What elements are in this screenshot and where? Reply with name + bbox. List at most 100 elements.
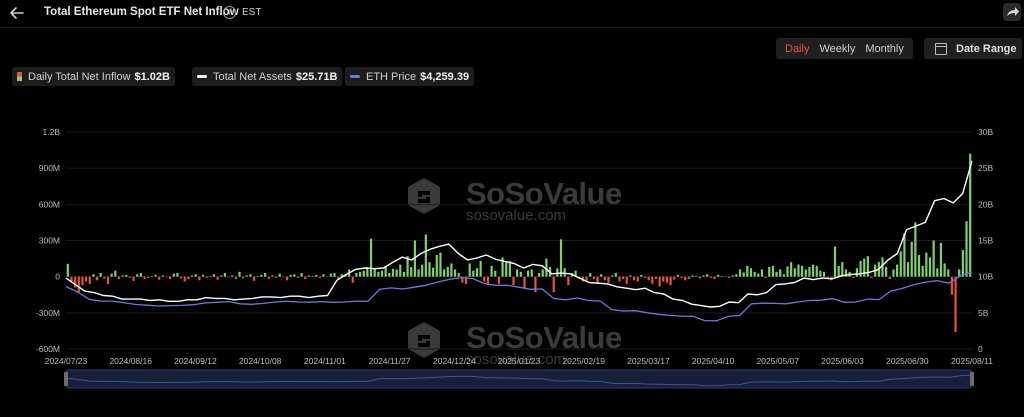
inflow-bar [212, 274, 216, 277]
x-tick-label: 2024/07/23 [45, 356, 88, 366]
inflow-bar [242, 276, 245, 279]
x-tick-label: 2025/06/03 [821, 356, 864, 366]
inflow-bar [267, 276, 270, 280]
inflow-bar [717, 274, 720, 277]
inflow-bar [706, 274, 709, 277]
inflow-bar [391, 268, 395, 277]
inflow-bar [388, 273, 391, 277]
x-tick-label: 2025/05/07 [757, 356, 800, 366]
inflow-bar [238, 271, 241, 277]
inflow-bar [278, 273, 281, 277]
x-tick-label: 2025/08/11 [951, 356, 993, 366]
inflow-bar [749, 268, 753, 277]
inflow-chart[interactable]: 1.2B 900M 600M 300M 0 -300M -600M 30B 25B 20B 15B 1… [0, 0, 1024, 417]
y-left-tick-label: 1.2B [43, 127, 61, 137]
inflow-bar [713, 276, 716, 280]
eth-price-line [65, 271, 973, 322]
inflow-bar [271, 275, 274, 277]
inflow-bar [369, 238, 373, 277]
inflow-bar [205, 276, 208, 278]
inflow-bar [234, 276, 237, 280]
inflow-bar [669, 276, 672, 286]
inflow-bar [782, 274, 785, 277]
inflow-bar [589, 273, 592, 277]
inflow-bar [450, 263, 453, 277]
inflow-bar [132, 276, 135, 281]
inflow-bar [819, 270, 822, 277]
inflow-bar [592, 276, 595, 280]
inflow-bar [870, 276, 873, 278]
inflow-bar [647, 276, 650, 281]
inflow-bar [293, 274, 296, 277]
inflow-bar [910, 241, 913, 277]
inflow-bar [143, 276, 146, 280]
inflow-bar [490, 265, 493, 277]
inflow-bar [194, 274, 197, 277]
inflow-bar [775, 271, 778, 277]
inflow-bar [921, 265, 924, 277]
inflow-bar [106, 276, 110, 284]
inflow-bar [282, 276, 285, 278]
inflow-bar [285, 276, 289, 281]
inflow-bar [808, 267, 811, 277]
inflow-bar [172, 273, 175, 277]
inflow-bar [245, 275, 248, 277]
inflow-bar [428, 262, 431, 277]
y-right-tick-label: 20B [978, 199, 993, 209]
inflow-bar [786, 266, 789, 277]
inflow-bar [274, 276, 278, 278]
inflow-bar [417, 269, 420, 277]
inflow-bar [611, 275, 614, 277]
inflow-bar [147, 276, 150, 278]
inflow-bar [691, 275, 694, 277]
inflow-bar [764, 276, 767, 278]
inflow-bar [296, 276, 300, 278]
inflow-bar [680, 276, 683, 278]
inflow-bar [939, 242, 943, 277]
inflow-bar [150, 276, 153, 277]
inflow-bar [797, 264, 800, 277]
inflow-bar [702, 275, 705, 277]
inflow-bar [932, 240, 935, 277]
inflow-bar [866, 256, 869, 277]
inflow-bar [906, 262, 910, 277]
inflow-bar [757, 273, 760, 277]
inflow-bar [790, 262, 793, 277]
inflow-bar [537, 273, 541, 277]
inflow-bar [227, 276, 230, 278]
inflow-bar [896, 264, 899, 277]
inflow-bar [614, 273, 617, 277]
inflow-bar [684, 276, 687, 281]
inflow-bar [523, 276, 526, 289]
inflow-bar [117, 276, 121, 280]
x-tick-label: 2024/08/16 [109, 356, 152, 366]
inflow-bar [746, 265, 749, 277]
inflow-bar [709, 276, 712, 278]
inflow-bar [687, 276, 690, 280]
inflow-bar [81, 276, 84, 286]
x-tick-label: 2024/12/24 [433, 356, 476, 366]
x-tick-label: 2024/09/12 [174, 356, 217, 366]
y-right-tick-label: 5B [978, 308, 989, 318]
inflow-bar [351, 276, 354, 283]
inflow-bar [453, 269, 457, 277]
inflow-bar [768, 267, 771, 277]
inflow-bar [304, 276, 307, 280]
inflow-bar [665, 276, 669, 283]
inflow-bar [128, 276, 132, 278]
inflow-bar [260, 274, 263, 277]
inflow-bar [410, 267, 413, 277]
inflow-bar [179, 276, 183, 279]
inflow-bar [640, 274, 643, 277]
x-tick-label: 2025/06/30 [886, 356, 929, 366]
inflow-bar [629, 275, 632, 277]
range-navigator [65, 369, 973, 389]
y-left-tick-label: 0 [55, 272, 60, 282]
inflow-bar [223, 273, 227, 277]
inflow-bar [556, 268, 559, 277]
inflow-bar [201, 274, 205, 277]
inflow-bar [855, 268, 859, 277]
y-right-tick-label: 10B [978, 272, 993, 282]
x-tick-label: 2025/03/17 [627, 356, 670, 366]
inflow-bar [801, 265, 804, 277]
